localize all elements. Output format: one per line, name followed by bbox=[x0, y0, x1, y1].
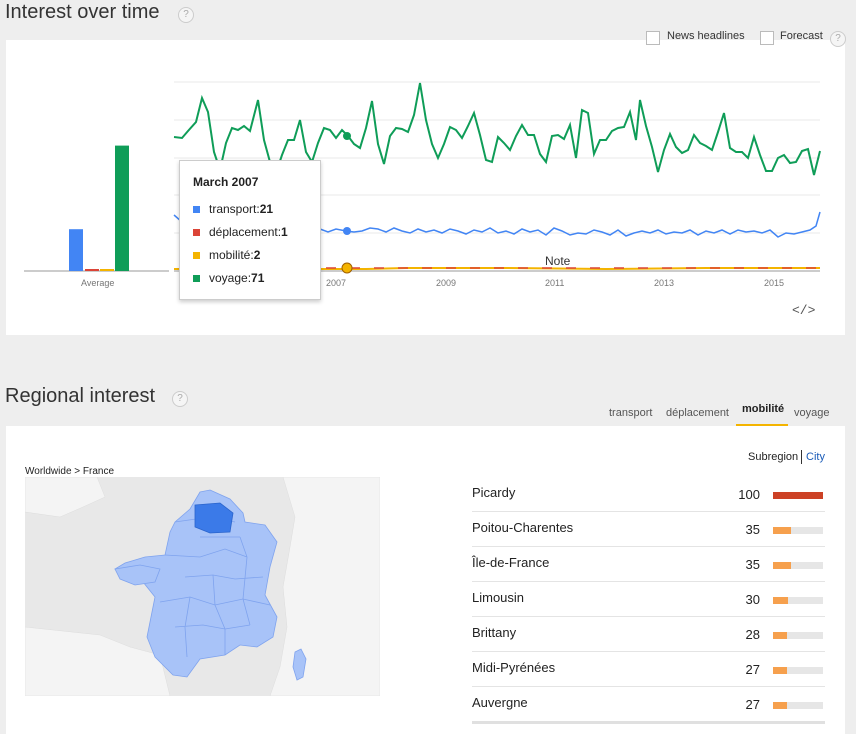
region-bar-track bbox=[773, 492, 823, 499]
region-bar bbox=[773, 702, 787, 709]
region-name: Brittany bbox=[472, 625, 517, 640]
region-bar bbox=[773, 562, 791, 569]
tooltip-value: 71 bbox=[251, 271, 265, 285]
note-label[interactable]: Note bbox=[545, 254, 570, 268]
series-swatch bbox=[193, 274, 200, 282]
region-row[interactable]: Auvergne 27 bbox=[472, 688, 825, 724]
region-value: 27 bbox=[745, 662, 760, 677]
tab-label: déplacement bbox=[666, 407, 729, 419]
x-tick: 2007 bbox=[326, 278, 347, 288]
region-value: 28 bbox=[745, 627, 760, 642]
tooltip-value: 1 bbox=[281, 225, 288, 239]
interest-title: Interest over time bbox=[5, 1, 160, 23]
tooltip-row-deplacement: déplacement: 1 bbox=[193, 225, 288, 239]
x-tick: 2009 bbox=[436, 278, 457, 288]
x-tick: 2015 bbox=[764, 278, 785, 288]
region-value: 35 bbox=[745, 557, 760, 572]
region-value: 35 bbox=[745, 522, 760, 537]
breadcrumb[interactable]: Worldwide > France bbox=[25, 466, 114, 477]
table-bottom-border bbox=[472, 721, 825, 724]
region-name: Poitou-Charentes bbox=[472, 520, 574, 535]
average-bar-deplacement[interactable] bbox=[85, 269, 99, 271]
france-map[interactable] bbox=[25, 477, 380, 696]
tooltip-row-transport: transport: 21 bbox=[193, 202, 273, 216]
tooltip-value: 2 bbox=[253, 248, 261, 262]
average-bars bbox=[69, 145, 129, 271]
average-label: Average bbox=[81, 278, 115, 288]
tab-transport[interactable]: transport bbox=[609, 403, 652, 421]
regional-help-icon[interactable]: ? bbox=[172, 391, 188, 407]
region-row[interactable]: Picardy 100 bbox=[472, 478, 825, 512]
region-value: 30 bbox=[745, 592, 760, 607]
tooltip-label: mobilité: bbox=[209, 248, 254, 262]
tooltip-value: 21 bbox=[259, 202, 274, 216]
tab-label: transport bbox=[609, 407, 653, 419]
chart-tooltip: March 2007 transport: 21 déplacement: 1 … bbox=[179, 160, 321, 300]
regional-card: Subregion City Worldwide > France Picard… bbox=[6, 426, 845, 734]
region-bar-track bbox=[773, 562, 823, 569]
average-bar-mobilite[interactable] bbox=[100, 269, 114, 271]
series-swatch bbox=[193, 251, 200, 259]
x-tick: 2011 bbox=[545, 278, 565, 288]
city-toggle[interactable]: City bbox=[806, 451, 825, 463]
region-value: 100 bbox=[738, 487, 760, 502]
highlight-point-transport bbox=[343, 227, 351, 235]
interest-chart bbox=[24, 81, 821, 274]
highlight-point-mobilite bbox=[341, 262, 353, 274]
series-swatch bbox=[193, 228, 200, 236]
tab-label: voyage bbox=[794, 407, 830, 419]
region-name: Auvergne bbox=[472, 695, 528, 710]
region-value: 27 bbox=[745, 697, 760, 712]
tooltip-label: transport: bbox=[209, 202, 260, 216]
tooltip-row-mobilite: mobilité: 2 bbox=[193, 248, 260, 262]
region-bar-track bbox=[773, 702, 823, 709]
region-bar bbox=[773, 667, 787, 674]
region-name: Midi-Pyrénées bbox=[472, 660, 556, 675]
series-swatch bbox=[193, 205, 200, 213]
tab-mobilite[interactable]: mobilité bbox=[742, 403, 784, 415]
row-divider bbox=[472, 686, 825, 687]
region-row[interactable]: Poitou-Charentes 35 bbox=[472, 513, 825, 547]
region-bar bbox=[773, 632, 787, 639]
region-row[interactable]: Midi-Pyrénées 27 bbox=[472, 653, 825, 687]
region-row[interactable]: Brittany 28 bbox=[472, 618, 825, 652]
toggle-divider bbox=[801, 450, 802, 464]
tooltip-date: March 2007 bbox=[193, 175, 259, 189]
highlight-point-voyage bbox=[343, 132, 351, 140]
region-row[interactable]: Limousin 30 bbox=[472, 583, 825, 617]
region-name: Île-de-France bbox=[472, 555, 550, 570]
interest-help-icon[interactable]: ? bbox=[178, 7, 194, 23]
embed-code-icon[interactable]: </> bbox=[792, 303, 815, 318]
x-tick: 2013 bbox=[654, 278, 675, 288]
region-name: Limousin bbox=[472, 590, 525, 605]
tab-voyage[interactable]: voyage bbox=[794, 403, 829, 421]
row-divider bbox=[472, 651, 825, 652]
interest-card: News headlines Forecast ? Average 2007 2… bbox=[6, 30, 846, 335]
region-bar bbox=[773, 492, 823, 499]
region-bar-track bbox=[773, 597, 823, 604]
average-bar-transport[interactable] bbox=[69, 229, 83, 271]
tab-deplacement[interactable]: déplacement bbox=[666, 403, 729, 421]
regional-title: Regional interest bbox=[5, 385, 156, 407]
row-divider bbox=[472, 546, 825, 547]
row-divider bbox=[472, 581, 825, 582]
region-bar bbox=[773, 597, 788, 604]
tooltip-label: voyage: bbox=[209, 271, 252, 285]
tooltip-row-voyage: voyage: 71 bbox=[193, 271, 264, 285]
region-name: Picardy bbox=[472, 485, 516, 500]
region-bar bbox=[773, 527, 791, 534]
region-bar-track bbox=[773, 527, 823, 534]
subregion-toggle[interactable]: Subregion bbox=[748, 451, 798, 463]
row-divider bbox=[472, 511, 825, 512]
region-row[interactable]: Île-de-France 35 bbox=[472, 548, 825, 582]
region-bar-track bbox=[773, 632, 823, 639]
region-bar-track bbox=[773, 667, 823, 674]
average-bar-voyage[interactable] bbox=[115, 145, 129, 271]
row-divider bbox=[472, 616, 825, 617]
tooltip-label: déplacement: bbox=[209, 225, 282, 239]
